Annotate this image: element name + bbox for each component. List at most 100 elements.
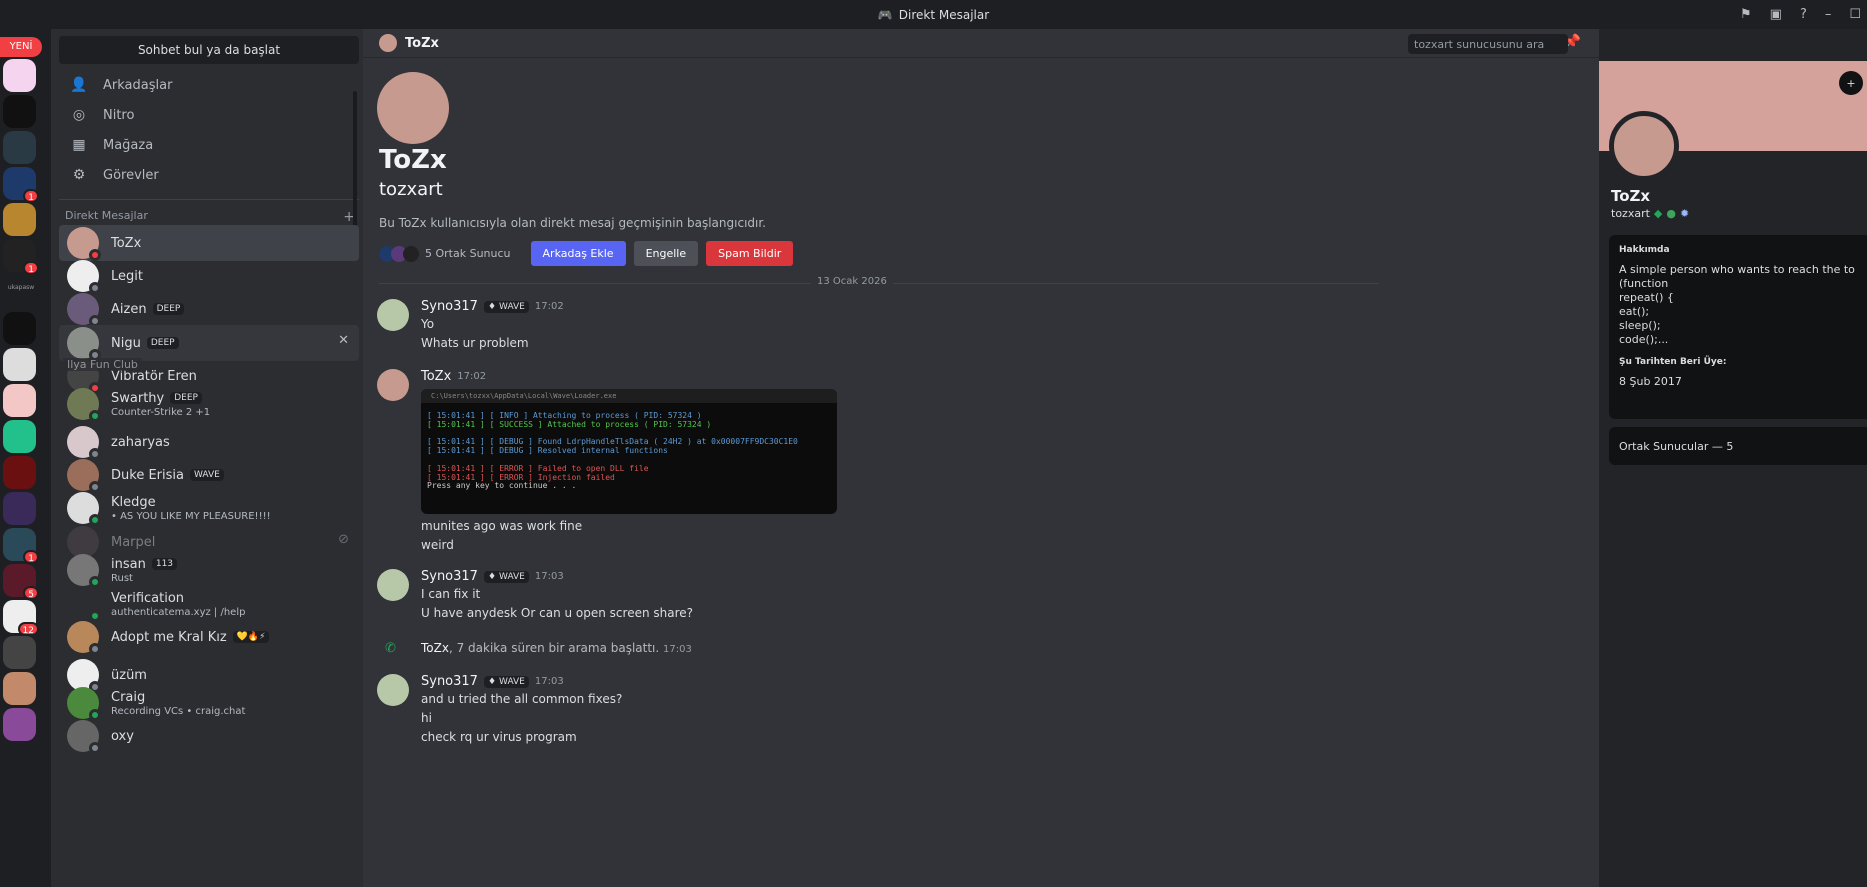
avatar: [67, 327, 101, 361]
author-name[interactable]: Syno317: [421, 299, 478, 314]
dm-text: üzüm: [111, 668, 147, 683]
nav-label: Görevler: [103, 167, 159, 183]
message-text: and u tried the all common fixes?: [421, 692, 623, 706]
server-icon[interactable]: [3, 672, 36, 705]
dm-item[interactable]: Verification authenticatema.xyz | /help: [59, 586, 359, 622]
badge-icon[interactable]: ●: [1666, 207, 1676, 220]
dm-item[interactable]: Legit: [59, 258, 359, 294]
dm-name-row: Aizen DEEP: [111, 302, 185, 317]
server-icon[interactable]: 12: [3, 600, 39, 636]
avatar[interactable]: [377, 674, 409, 706]
server-icon[interactable]: [3, 636, 36, 669]
message-text: I can fix it: [421, 587, 481, 601]
author-name[interactable]: ToZx: [421, 369, 451, 384]
mutual-servers[interactable]: 5 Ortak Sunucu: [379, 245, 511, 262]
flag-icon[interactable]: ⚑: [1740, 7, 1752, 22]
server-icon[interactable]: [3, 420, 36, 453]
server-icon[interactable]: [3, 492, 36, 525]
status-indicator: [89, 742, 101, 754]
hidden-icon[interactable]: ⊘: [338, 532, 349, 547]
avatar: [67, 621, 101, 655]
app-window: 🎮 Direkt Mesajlar ⚑ ▣ ? – ☐ YENİ 1 1 uka…: [0, 0, 1867, 887]
window-title: Direkt Mesajlar: [898, 7, 990, 22]
avatar[interactable]: [377, 569, 409, 601]
guild-tag: ♦ WAVE: [483, 300, 529, 313]
help-icon[interactable]: ?: [1800, 7, 1807, 22]
author-name[interactable]: Syno317: [421, 674, 478, 689]
dm-item[interactable]: Craig Recording VCs • craig.chat: [59, 685, 359, 721]
tag-label: WAVE: [499, 571, 525, 582]
profile-avatar[interactable]: [1609, 111, 1679, 181]
intro-avatar: [377, 72, 449, 144]
maximize-button[interactable]: ☐: [1849, 7, 1861, 22]
console-line: Press any key to continue . . .: [427, 481, 577, 490]
dm-item[interactable]: Duke Erisia WAVE: [59, 457, 359, 493]
avatar[interactable]: [377, 369, 409, 401]
tag-label: WAVE: [499, 676, 525, 687]
sidebar-scrollbar[interactable]: [353, 91, 357, 231]
dm-name: Legit: [111, 268, 143, 284]
add-friend-icon[interactable]: +: [1839, 71, 1863, 95]
close-dm-icon[interactable]: ✕: [338, 333, 349, 348]
call-text: ToZx, 7 dakika süren bir arama başlattı.…: [421, 641, 692, 655]
screen-share-icon[interactable]: ▣: [1770, 7, 1782, 22]
drag-ghost-label: Ilya Fun Club: [63, 358, 142, 371]
server-icon[interactable]: [3, 384, 36, 417]
mutual-servers-card[interactable]: Ortak Sunucular — 5: [1609, 427, 1867, 465]
diamond-icon: ♦: [487, 571, 497, 582]
dm-item[interactable]: Swarthy DEEP Counter-Strike 2 +1: [59, 386, 359, 422]
dm-item[interactable]: oxy: [59, 718, 359, 754]
server-icon[interactable]: [3, 203, 36, 236]
report-spam-button[interactable]: Spam Bildir: [706, 241, 794, 266]
search-input[interactable]: tozxart sunucusunu ara: [1408, 34, 1568, 54]
mutual-servers-label: Ortak Sunucular — 5: [1619, 439, 1734, 453]
dm-item[interactable]: Adopt me Kral Kız 💛🔥⚡: [59, 619, 359, 655]
mutual-server-icons: [379, 245, 419, 262]
server-icon[interactable]: [3, 95, 36, 128]
server-icon[interactable]: 1: [3, 239, 39, 275]
dm-item[interactable]: zaharyas: [59, 424, 359, 460]
server-icon[interactable]: 5: [3, 564, 39, 600]
timestamp: 17:03: [663, 644, 692, 655]
call-author[interactable]: ToZx: [421, 641, 449, 655]
dm-text: Craig Recording VCs • craig.chat: [111, 690, 245, 717]
server-icon[interactable]: 1: [3, 167, 39, 203]
dm-name-row: Marpel: [111, 535, 155, 550]
add-friend-button[interactable]: Arkadaş Ekle: [530, 241, 626, 266]
nitro-icon: ◎: [72, 107, 86, 123]
avatar: [67, 588, 101, 622]
author-name[interactable]: Syno317: [421, 569, 478, 584]
avatar[interactable]: [377, 299, 409, 331]
dm-item[interactable]: insan 113 Rust: [59, 552, 359, 588]
server-icon[interactable]: [3, 59, 36, 92]
server-icon[interactable]: [3, 131, 36, 164]
new-badge[interactable]: YENİ: [0, 37, 42, 57]
nav-quests[interactable]: ⚙ Görevler: [59, 159, 359, 191]
dm-text: Marpel: [111, 535, 155, 550]
badge-icon[interactable]: ✹: [1680, 207, 1689, 220]
dm-name-row: Kledge: [111, 495, 271, 510]
minimize-button[interactable]: –: [1825, 7, 1832, 22]
badge-icon[interactable]: ◆: [1654, 207, 1662, 220]
nav-friends[interactable]: 👤 Arkadaşlar: [59, 69, 359, 101]
screenshot-attachment[interactable]: C:\Users\tozxx\AppData\Local\Wave\Loader…: [421, 389, 837, 514]
message-text: U have anydesk Or can u open screen shar…: [421, 606, 694, 620]
server-icon[interactable]: [3, 708, 36, 741]
dm-item[interactable]: ToZx: [59, 225, 359, 261]
dm-item[interactable]: Aizen DEEP: [59, 291, 359, 327]
block-button[interactable]: Engelle: [633, 241, 699, 266]
dm-name-row: Swarthy DEEP: [111, 391, 210, 406]
server-icon[interactable]: [3, 456, 36, 489]
nav-shop[interactable]: ▦ Mağaza: [59, 129, 359, 161]
find-conversation-button[interactable]: Sohbet bul ya da başlat: [59, 36, 359, 64]
server-icon[interactable]: [3, 348, 36, 381]
nav-label: Nitro: [103, 107, 135, 123]
server-text-label[interactable]: ukapasw: [0, 284, 42, 291]
server-icon[interactable]: [3, 312, 36, 345]
dm-item[interactable]: Kledge • AS YOU LIKE MY PLEASURE!!!!: [59, 490, 359, 526]
server-icon[interactable]: 1: [3, 528, 39, 564]
unread-badge: 12: [17, 622, 39, 636]
member-since-date: 8 Şub 2017: [1619, 375, 1682, 388]
dm-item[interactable]: Nigu DEEP ✕: [59, 325, 359, 361]
nav-nitro[interactable]: ◎ Nitro: [59, 99, 359, 131]
